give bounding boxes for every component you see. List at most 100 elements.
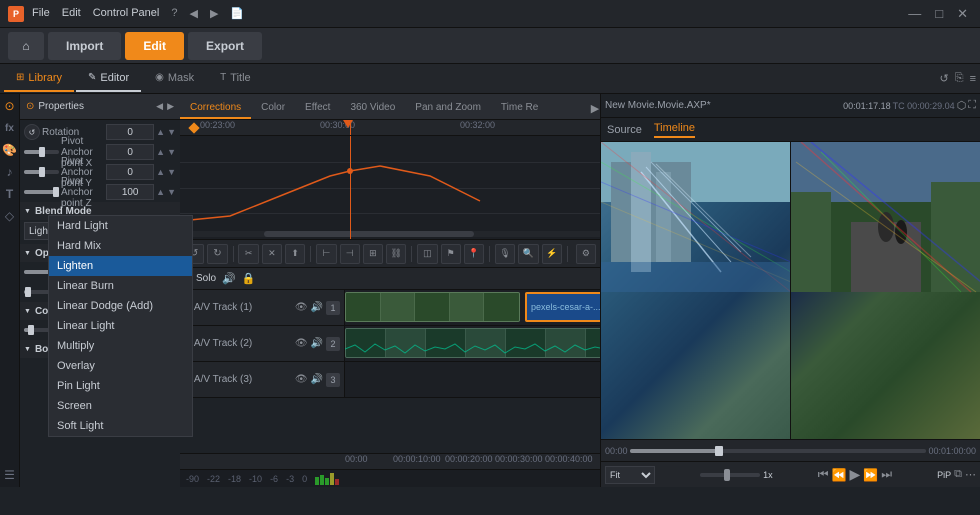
pivot-x-value[interactable]: 0 [106,144,154,160]
tl-btn-redo[interactable]: ↻ [207,244,227,264]
tl-btn-cut[interactable]: ✂ [238,244,258,264]
tl-btn-speed[interactable]: ⚡ [542,244,562,264]
track-1-clip-1[interactable] [345,292,520,322]
edit-button[interactable]: Edit [125,32,184,60]
track-1-mute[interactable]: 🔊 [311,302,323,313]
tl-btn-link[interactable]: ⛓ [386,244,406,264]
fit-select[interactable]: Fit [605,466,655,484]
home-button[interactable]: ⌂ [8,32,44,60]
blend-option-hard-mix[interactable]: Hard Mix [49,236,192,256]
properties-back[interactable]: ◀ [156,101,163,112]
pivot-y-down[interactable]: ▼ [167,167,176,177]
timeline-tab[interactable]: Timeline [654,122,695,138]
curve-scrollbar-thumb[interactable] [264,231,474,237]
tl-btn-zoom-in[interactable]: 🔍 [518,244,538,264]
pivot-x-slider[interactable] [24,150,59,154]
tab-color[interactable]: Color [251,97,295,119]
tl-btn-split[interactable]: ⊢ [316,244,336,264]
tl-btn-trim[interactable]: ⊣ [340,244,360,264]
export-to-icon[interactable]: ⬡ [957,99,967,112]
pivot-z-down[interactable]: ▼ [167,187,176,197]
tab-corrections[interactable]: Corrections [180,97,251,119]
step-back-btn[interactable]: ⏪ [832,468,847,482]
blend-option-linear-burn[interactable]: Linear Burn [49,276,192,296]
minimize-button[interactable]: — [904,6,925,22]
menu-file[interactable]: File [32,7,50,20]
menu-back[interactable]: ◀ [189,7,197,20]
track-1-eye[interactable]: 👁 [295,302,308,313]
rotation-down[interactable]: ▼ [167,127,176,137]
copy-icon[interactable]: ⎘ [955,72,964,85]
rotation-value[interactable]: 0 [106,124,154,140]
menu-control-panel[interactable]: Control Panel [93,7,160,20]
blend-option-linear-dodge[interactable]: Linear Dodge (Add) [49,296,192,316]
rotation-up[interactable]: ▲ [156,127,165,137]
track-1-clip-selected[interactable]: pexels-cesar-a-... [525,292,600,322]
blend-option-overlay[interactable]: Overlay [49,356,192,376]
blend-option-pin-light[interactable]: Pin Light [49,376,192,396]
track-3-eye[interactable]: 👁 [295,374,308,385]
tab-time-re[interactable]: Time Re [491,97,548,119]
tl-btn-delete[interactable]: ✕ [262,244,282,264]
new-project-icon[interactable]: ↺ [940,72,949,85]
source-tab[interactable]: Source [607,124,642,136]
menu-file-icon[interactable]: 📄 [230,7,244,20]
side-icon-text[interactable]: T [2,186,18,202]
side-icon-music[interactable]: ♪ [2,164,18,180]
export-button[interactable]: Export [188,32,262,60]
close-button[interactable]: ✕ [953,6,972,22]
tab-360video[interactable]: 360 Video [340,97,405,119]
tl-btn-group[interactable]: ⊞ [363,244,383,264]
tab-mask[interactable]: ◉ Mask [143,66,206,92]
menu-forward[interactable]: ▶ [210,7,218,20]
play-btn[interactable]: ▶ [849,466,860,483]
step-fwd-btn[interactable]: ⏩ [863,468,878,482]
zoom-slider[interactable] [700,473,760,477]
tab-title[interactable]: T Title [208,66,262,92]
import-button[interactable]: Import [48,32,121,60]
tl-btn-snap[interactable]: ◫ [417,244,437,264]
preview-progress-bar[interactable] [630,449,927,453]
blend-option-screen[interactable]: Screen [49,396,192,416]
menu-help-icon[interactable]: ? [171,7,177,20]
track-3-mute[interactable]: 🔊 [311,374,323,385]
rotation-reset[interactable]: ↺ [24,124,40,140]
side-icon-properties[interactable]: ⊙ [2,98,18,114]
tl-btn-chapter[interactable]: 📍 [464,244,484,264]
track-2-eye[interactable]: 👁 [295,338,308,349]
menu-edit[interactable]: Edit [62,7,81,20]
tabs-scroll-right[interactable]: ▶ [590,97,600,119]
tl-btn-settings[interactable]: ⚙ [576,244,596,264]
blend-option-lighten[interactable]: Lighten [49,256,192,276]
tab-editor[interactable]: ✎ Editor [76,66,141,92]
blend-option-multiply[interactable]: Multiply [49,336,192,356]
menu-icon[interactable]: ≡ [970,73,976,85]
fullscreen-icon[interactable]: ⛶ [968,99,976,112]
preview-options[interactable]: ⋯ [965,468,976,481]
pivot-z-value[interactable]: 100 [106,184,154,200]
tab-library[interactable]: ⊞ Library [4,66,74,92]
pivot-x-up[interactable]: ▲ [156,147,165,157]
zoom-thumb[interactable] [724,469,730,481]
properties-forward[interactable]: ▶ [167,101,174,112]
pivot-y-slider[interactable] [24,170,59,174]
pivot-y-up[interactable]: ▲ [156,167,165,177]
solo-lock-icon[interactable]: 🔒 [242,272,256,285]
solo-mute-icon[interactable]: 🔊 [222,272,236,285]
side-icon-shape[interactable]: ◇ [2,208,18,224]
maximize-button[interactable]: □ [931,6,947,22]
tab-effect[interactable]: Effect [295,97,340,119]
tab-pan-zoom[interactable]: Pan and Zoom [405,97,491,119]
preview-progress-thumb[interactable] [715,446,723,456]
blend-option-hard-light[interactable]: Hard Light [49,216,192,236]
pivot-z-slider[interactable] [24,190,59,194]
side-icon-fx[interactable]: fx [2,120,18,136]
blend-option-linear-light[interactable]: Linear Light [49,316,192,336]
next-frame-btn[interactable]: ⏭ [881,467,892,482]
track-2-mute[interactable]: 🔊 [311,338,323,349]
side-icon-menu[interactable]: ☰ [2,467,18,483]
prev-frame-btn[interactable]: ⏮ [818,467,829,482]
pivot-x-down[interactable]: ▼ [167,147,176,157]
pivot-y-value[interactable]: 0 [106,164,154,180]
curve-scrollbar[interactable] [180,231,600,237]
